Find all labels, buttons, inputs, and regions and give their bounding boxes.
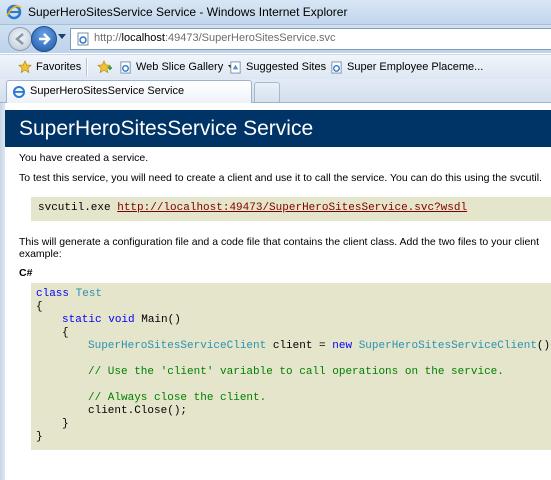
code-type: SuperHeroSitesServiceClient — [88, 340, 267, 352]
forward-arrow-icon — [39, 33, 51, 45]
wsdl-link[interactable]: http://localhost:49473/SuperHeroSitesSer… — [117, 202, 467, 214]
code-keyword: static — [62, 314, 102, 326]
code-line: SuperHeroSitesServiceClient client = new… — [88, 340, 551, 352]
ie-page-icon — [77, 32, 89, 46]
address-bar[interactable]: http://localhost:49473/SuperHeroSitesSer… — [70, 28, 551, 50]
page-title: SuperHeroSitesService Service — [19, 117, 314, 140]
code-comment: // Use the 'client' variable to call ope… — [88, 366, 504, 378]
page-heading-bar: SuperHeroSitesService Service — [5, 110, 551, 147]
code-line: static void Main() — [62, 314, 181, 326]
code-line: { — [36, 301, 43, 313]
ie-logo-icon — [6, 4, 22, 20]
created-message: You have created a service. — [19, 152, 149, 164]
code-line: } — [36, 431, 43, 443]
favorites-button[interactable]: Favorites — [18, 59, 81, 75]
test-instructions: To test this service, you will need to c… — [19, 172, 542, 184]
code-text: client = — [272, 340, 326, 352]
ie-page-icon — [331, 60, 342, 74]
navigation-bar: http://localhost:49473/SuperHeroSitesSer… — [0, 25, 551, 53]
tab-label: SuperHeroSitesService Service — [30, 85, 185, 97]
forward-button[interactable] — [31, 26, 57, 52]
code-keyword: class — [36, 288, 70, 300]
favorites-bar: Favorites Web Slice Gallery Suggested Si… — [0, 54, 551, 80]
suggested-sites-link[interactable]: Suggested Sites — [229, 59, 338, 75]
code-text: Main() — [141, 314, 181, 326]
web-slice-gallery-label: Web Slice Gallery — [136, 61, 224, 73]
code-keyword: void — [108, 314, 135, 326]
code-keyword: new — [332, 340, 353, 352]
tab-bar: SuperHeroSitesService Service — [0, 79, 551, 103]
star-icon — [18, 60, 32, 74]
favorites-label: Favorites — [36, 61, 82, 73]
ie-page-icon — [13, 86, 25, 98]
code-line: { — [62, 327, 69, 339]
svcutil-command-box: svcutil.exe http://localhost:49473/Super… — [31, 197, 551, 221]
address-url: http://localhost:49473/SuperHeroSitesSer… — [94, 32, 336, 44]
generate-instructions-line2: example: — [19, 248, 62, 260]
web-slice-gallery-link[interactable]: Web Slice Gallery — [119, 59, 235, 75]
address-url-rest: :49473/SuperHeroSitesService.svc — [164, 32, 336, 44]
window-titlebar: SuperHeroSitesService Service - Windows … — [0, 0, 551, 25]
super-employee-placement-link[interactable]: Super Employee Placeme... — [330, 59, 483, 75]
code-line: client.Close(); — [88, 405, 188, 417]
code-line: } — [62, 418, 69, 430]
generate-instructions-line1: This will generate a configuration file … — [19, 236, 540, 248]
page-content: SuperHeroSitesService Service You have c… — [5, 103, 551, 480]
svcutil-command: svcutil.exe http://localhost:49473/Super… — [38, 202, 467, 214]
suggested-sites-label: Suggested Sites — [246, 61, 327, 73]
recent-pages-dropdown[interactable] — [58, 34, 66, 39]
code-sample-box: class Test { static void Main() { SuperH… — [31, 283, 551, 450]
back-button[interactable] — [8, 27, 32, 51]
code-type: SuperHeroSitesServiceClient — [358, 340, 537, 352]
web-slice-icon — [120, 60, 131, 74]
add-favorite-star-icon — [97, 60, 112, 74]
super-employee-placement-label: Super Employee Placeme... — [347, 61, 484, 73]
code-comment: // Always close the client. — [88, 392, 267, 404]
address-url-host: localhost — [121, 32, 165, 44]
add-to-favorites-bar-button[interactable] — [97, 59, 113, 75]
code-type: Test — [75, 288, 103, 300]
code-line: class Test — [36, 288, 102, 300]
back-arrow-icon — [15, 33, 24, 45]
suggested-sites-icon — [230, 60, 241, 74]
favorites-separator — [86, 58, 88, 76]
tab-superherositesservice[interactable]: SuperHeroSitesService Service — [6, 80, 252, 103]
language-label: C# — [19, 267, 33, 279]
code-text: (); — [536, 340, 551, 352]
window-title: SuperHeroSitesService Service - Windows … — [28, 5, 348, 19]
svcutil-tool-name: svcutil.exe — [38, 202, 111, 214]
new-tab-button[interactable] — [254, 82, 280, 102]
address-url-prefix: http:// — [94, 32, 122, 44]
